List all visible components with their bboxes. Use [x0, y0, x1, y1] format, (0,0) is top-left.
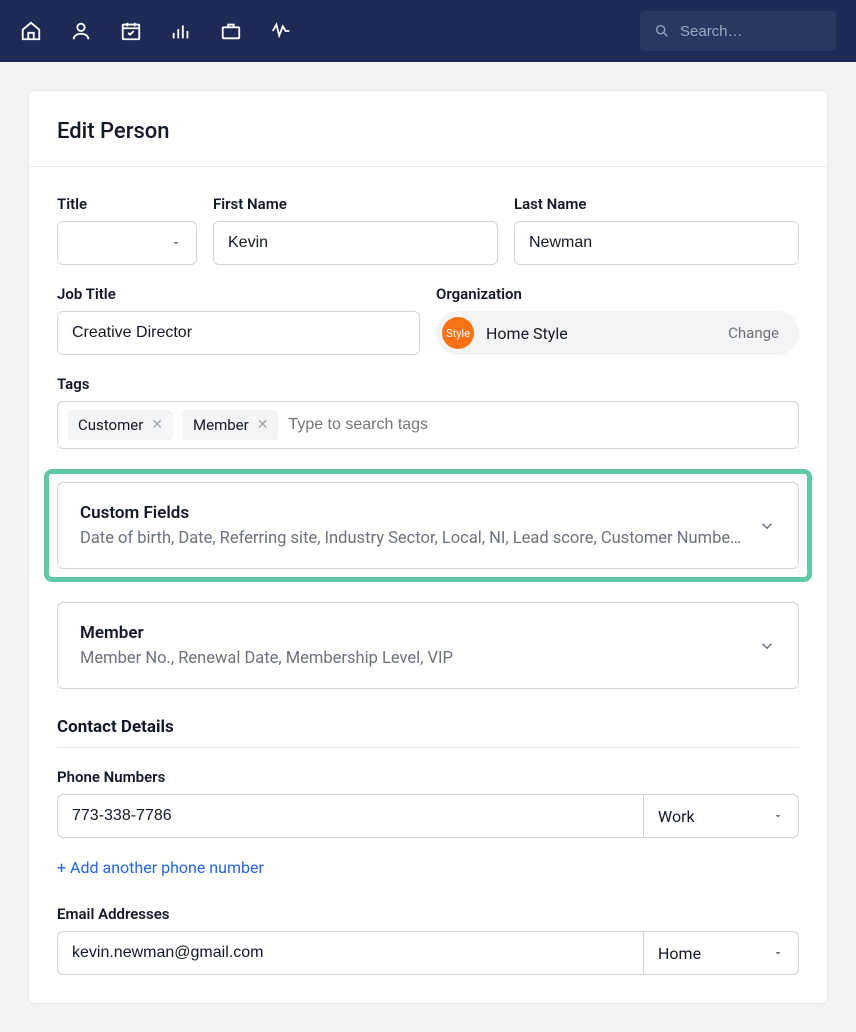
last-name-label: Last Name	[514, 195, 799, 213]
tag-remove-icon[interactable]: ✕	[257, 417, 269, 433]
title-select[interactable]	[57, 221, 197, 265]
search-icon	[654, 23, 670, 39]
chevron-down-icon	[758, 637, 776, 655]
search-box[interactable]	[640, 11, 836, 51]
nav-icons	[20, 20, 292, 42]
member-title: Member	[80, 623, 742, 643]
calendar-check-icon[interactable]	[120, 20, 142, 42]
contact-details-title: Contact Details	[57, 717, 799, 748]
email-type-value: Home	[658, 944, 701, 963]
phone-input[interactable]	[57, 794, 643, 838]
title-label: Title	[57, 195, 197, 213]
tag-text: Customer	[78, 416, 143, 434]
organization-chip: Style Home Style Change	[436, 311, 799, 355]
organization-label: Organization	[436, 285, 799, 303]
email-input[interactable]	[57, 931, 643, 975]
tags-box[interactable]: Customer ✕ Member ✕	[57, 401, 799, 449]
page-title: Edit Person	[57, 119, 799, 144]
tag-text: Member	[193, 416, 249, 434]
tag-item: Member ✕	[183, 410, 278, 440]
bars-icon[interactable]	[170, 20, 192, 42]
topbar	[0, 0, 856, 62]
tags-input[interactable]	[288, 416, 788, 434]
email-label: Email Addresses	[57, 905, 799, 923]
chevron-down-icon	[758, 517, 776, 535]
job-title-input[interactable]	[57, 311, 420, 355]
tags-label: Tags	[57, 375, 799, 393]
phone-label: Phone Numbers	[57, 768, 799, 786]
phone-type-select[interactable]: Work	[643, 794, 799, 838]
org-name: Home Style	[486, 324, 716, 343]
last-name-input[interactable]	[514, 221, 799, 265]
first-name-label: First Name	[213, 195, 498, 213]
search-input[interactable]	[680, 23, 822, 40]
highlighted-section: Custom Fields Date of birth, Date, Refer…	[44, 469, 812, 582]
tag-item: Customer ✕	[68, 410, 173, 440]
job-title-label: Job Title	[57, 285, 420, 303]
briefcase-icon[interactable]	[220, 20, 242, 42]
custom-fields-subtitle: Date of birth, Date, Referring site, Ind…	[80, 529, 742, 548]
member-accordion[interactable]: Member Member No., Renewal Date, Members…	[57, 602, 799, 689]
chevron-down-icon	[170, 237, 182, 249]
org-avatar: Style	[442, 317, 474, 349]
phone-type-value: Work	[658, 807, 695, 826]
member-subtitle: Member No., Renewal Date, Membership Lev…	[80, 649, 742, 668]
chevron-down-icon	[772, 810, 784, 822]
chevron-down-icon	[772, 947, 784, 959]
person-icon[interactable]	[70, 20, 92, 42]
home-icon[interactable]	[20, 20, 42, 42]
edit-card: Edit Person Title First Name Last Name	[28, 90, 828, 1004]
activity-icon[interactable]	[270, 20, 292, 42]
first-name-input[interactable]	[213, 221, 498, 265]
tag-remove-icon[interactable]: ✕	[151, 417, 163, 433]
card-body: Title First Name Last Name Job Title	[29, 167, 827, 1003]
add-phone-link[interactable]: + Add another phone number	[57, 858, 264, 877]
custom-fields-title: Custom Fields	[80, 503, 742, 523]
custom-fields-accordion[interactable]: Custom Fields Date of birth, Date, Refer…	[57, 482, 799, 569]
email-type-select[interactable]: Home	[643, 931, 799, 975]
card-header: Edit Person	[29, 91, 827, 167]
org-change-button[interactable]: Change	[728, 324, 779, 342]
